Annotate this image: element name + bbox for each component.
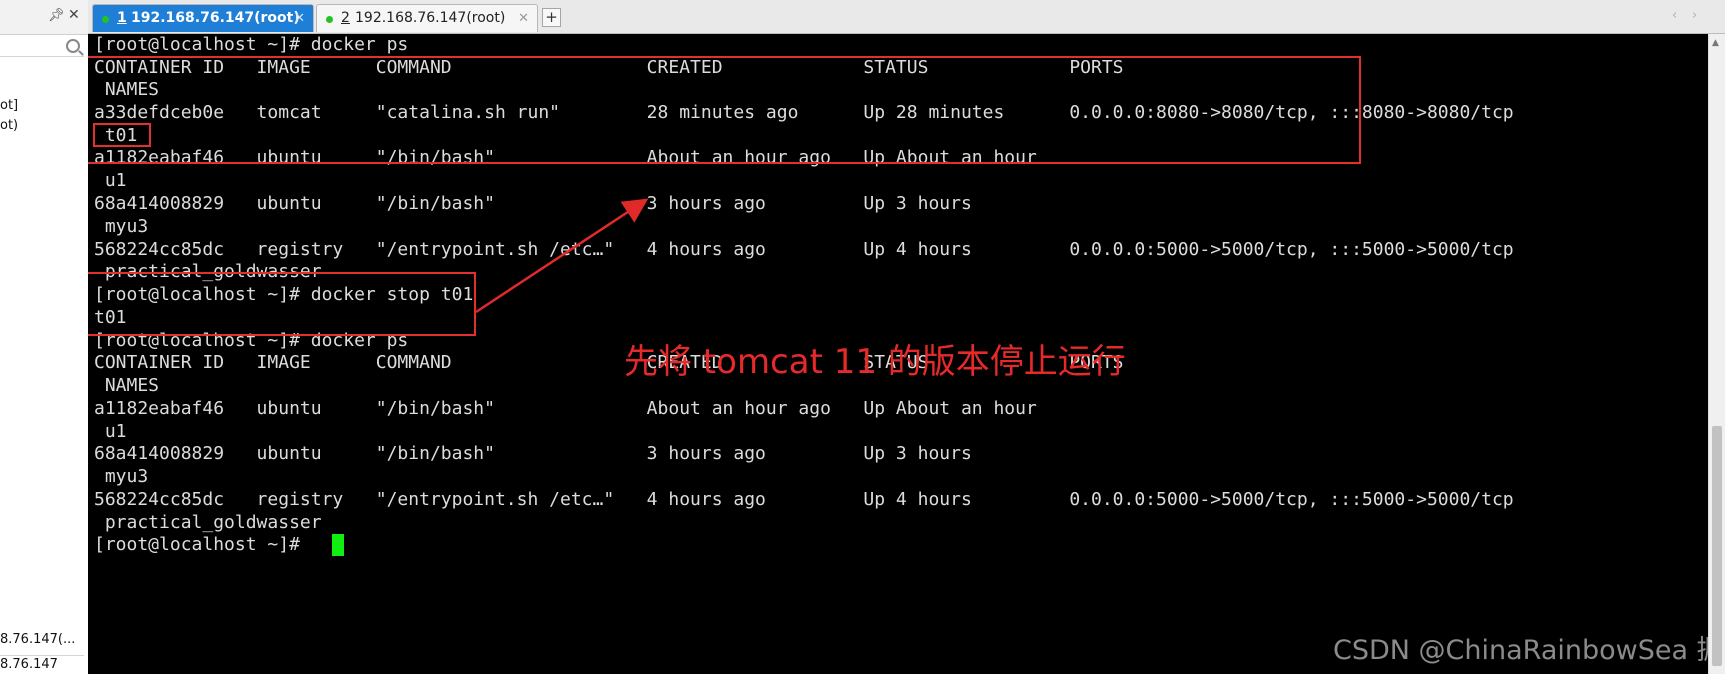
arrow-line [475,198,649,314]
close-tab-icon[interactable]: ✕ [518,5,529,32]
connected-status-icon [102,16,109,23]
chevron-left-icon[interactable]: ‹ [1672,8,1677,23]
close-tab-icon[interactable]: ✕ [294,5,305,32]
tab-number: 2 [341,10,350,26]
pin-icon[interactable]: 📌︎ [48,8,65,23]
search-icon[interactable] [66,39,80,53]
chevron-right-icon[interactable]: › [1692,8,1697,23]
session-item[interactable]: 8.76.147(... [0,632,75,647]
new-tab-button[interactable]: + [542,8,561,27]
close-icon[interactable]: ✕ [68,7,80,23]
session-panel: 📌︎ ✕ ot] ot) 8.76.147(... 8.76.147 [0,0,89,674]
session-item[interactable]: ot] [0,98,18,113]
session-item[interactable]: 8.76.147 [0,657,58,672]
connected-status-icon [326,16,333,23]
tab-session-2[interactable]: 2 192.168.76.147(root) ✕ [316,4,538,32]
tab-label: 192.168.76.147(root) [355,10,506,26]
scrollbar-thumb[interactable] [1712,426,1722,666]
tab-label: 192.168.76.147(root) [131,10,300,26]
terminal-output[interactable]: [root@localhost ~]# docker ps CONTAINER … [88,34,1708,674]
watermark: CSDN @ChinaRainbowSea 掘金技术社区 [1333,635,1708,666]
divider [0,655,84,656]
session-panel-header: 📌︎ ✕ [0,0,88,35]
tab-session-1[interactable]: 1 192.168.76.147(root) ✕ [92,4,314,32]
terminal-scrollbar[interactable]: ▲ [1708,34,1725,674]
scroll-up-icon[interactable]: ▲ [1712,38,1719,48]
tab-bar: 1 192.168.76.147(root) ✕ 2 192.168.76.14… [88,0,1725,34]
annotation-text: 先将 tomcat 11 的版本停止运行 [624,342,1126,382]
session-item[interactable]: ot) [0,118,18,133]
tab-number: 1 [117,10,127,26]
